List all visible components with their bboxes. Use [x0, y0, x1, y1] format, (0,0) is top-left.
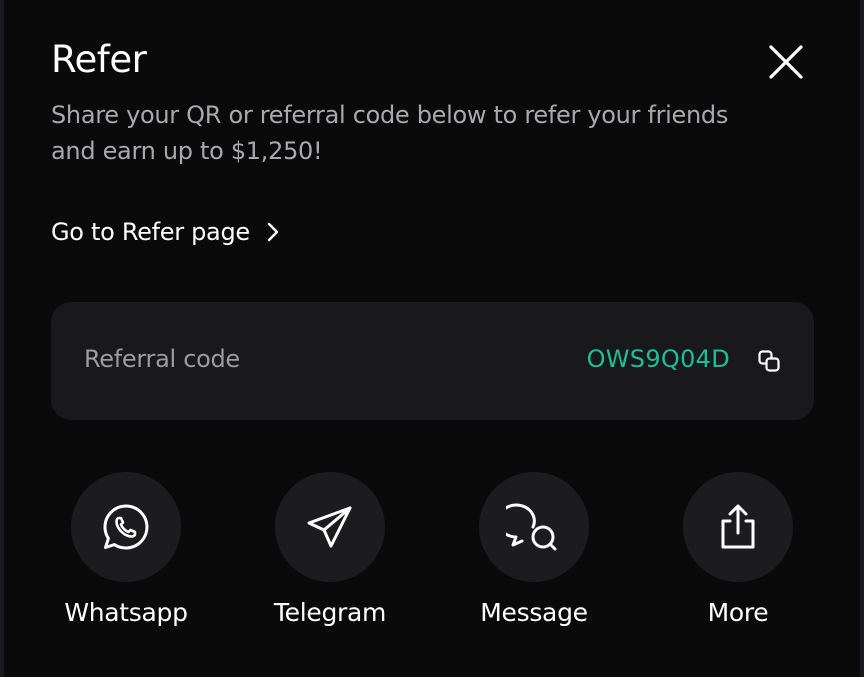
- go-to-refer-page-link[interactable]: Go to Refer page: [51, 218, 280, 246]
- close-icon: [769, 45, 803, 79]
- refer-sheet: Refer Share your QR or referral code bel…: [4, 0, 860, 677]
- chevron-right-icon: [267, 222, 279, 242]
- share-more-button[interactable]: More: [653, 472, 823, 627]
- whatsapp-icon: [103, 504, 149, 550]
- share-more-label: More: [707, 598, 769, 627]
- page-subtitle: Share your QR or referral code below to …: [51, 101, 729, 165]
- copy-code-button[interactable]: [756, 348, 782, 374]
- telegram-icon: [307, 506, 352, 548]
- close-button[interactable]: [764, 40, 808, 84]
- share-message-circle[interactable]: [479, 472, 589, 582]
- page-title: Refer: [51, 38, 147, 81]
- share-whatsapp-label: Whatsapp: [64, 598, 188, 627]
- referral-code-card: Referral code OWS9Q04D: [51, 302, 814, 420]
- refer-link-label: Go to Refer page: [51, 218, 250, 246]
- share-icon: [721, 504, 755, 549]
- share-whatsapp-button[interactable]: Whatsapp: [41, 472, 211, 627]
- share-whatsapp-circle[interactable]: [71, 472, 181, 582]
- referral-code-label: Referral code: [84, 345, 240, 373]
- share-message-label: Message: [480, 598, 588, 627]
- message-icon: [506, 503, 557, 551]
- share-telegram-button[interactable]: Telegram: [245, 472, 415, 627]
- share-telegram-label: Telegram: [273, 598, 387, 627]
- copy-icon: [758, 350, 780, 372]
- referral-code-value: OWS9Q04D: [586, 345, 730, 373]
- share-more-circle[interactable]: [683, 472, 793, 582]
- share-telegram-circle[interactable]: [275, 472, 385, 582]
- share-message-button[interactable]: Message: [449, 472, 619, 627]
